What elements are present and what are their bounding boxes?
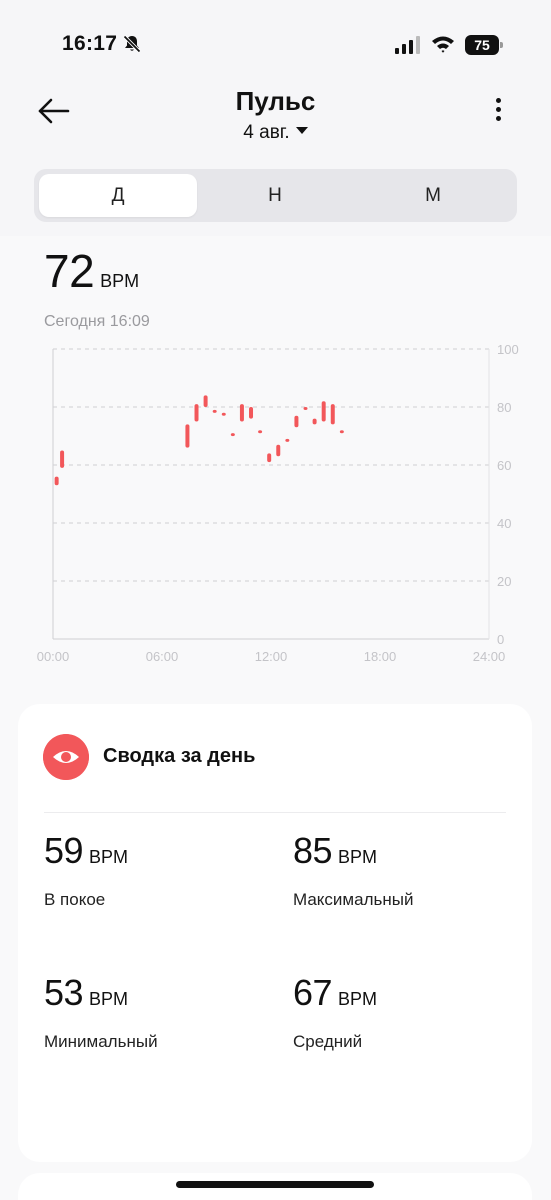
header: Пульс 4 авг. — [0, 80, 551, 160]
bell-muted-icon — [123, 35, 141, 53]
heart-rate-bar — [203, 395, 208, 407]
stat-unit: BPM — [338, 847, 378, 867]
heart-rate-bar — [330, 404, 335, 425]
stat-label: Максимальный — [293, 890, 414, 909]
heart-rate-bar — [239, 404, 244, 422]
y-tick-label: 40 — [497, 516, 511, 531]
heart-rate-bar — [267, 453, 272, 463]
caret-down-icon — [295, 127, 308, 135]
stat-label: Минимальный — [44, 1032, 158, 1051]
battery-indicator: 75 — [465, 35, 503, 55]
stat-value: 67 — [293, 972, 333, 1013]
heart-rate-bar — [312, 418, 317, 425]
heart-rate-bar — [194, 404, 199, 422]
stat-unit: BPM — [89, 847, 129, 867]
stat-resting: 59 BPM В покое — [44, 830, 128, 910]
page-title: Пульс — [235, 86, 316, 116]
wifi-icon — [432, 36, 454, 53]
home-indicator — [176, 1181, 374, 1188]
heart-rate-bar — [60, 450, 65, 468]
heart-rate-bar — [212, 409, 217, 413]
date-label: 4 авг. — [243, 122, 290, 143]
status-time: 16:17 — [62, 32, 118, 55]
signal-icon — [395, 36, 420, 54]
heart-rate-bar — [249, 407, 254, 419]
current-heart-rate: 72 BPM — [44, 244, 139, 298]
heart-rate-bar — [294, 415, 299, 428]
stat-label: В покое — [44, 890, 106, 909]
stat-value: 53 — [44, 972, 84, 1013]
heart-rate-bar — [221, 412, 226, 416]
divider — [44, 812, 506, 813]
eye-icon — [43, 734, 89, 780]
tab-month[interactable]: М — [354, 174, 512, 217]
y-tick-label: 100 — [497, 342, 519, 357]
heart-rate-bar — [258, 430, 263, 434]
x-tick-label: 12:00 — [255, 649, 288, 664]
stat-label: Средний — [293, 1032, 363, 1051]
stat-unit: BPM — [338, 989, 378, 1009]
x-tick-label: 24:00 — [473, 649, 506, 664]
measurement-timestamp: Сегодня 16:09 — [44, 313, 150, 330]
x-tick-label: 18:00 — [364, 649, 397, 664]
x-tick-label: 00:00 — [37, 649, 70, 664]
y-tick-label: 0 — [497, 632, 504, 647]
heart-rate-bar — [54, 476, 59, 486]
date-selector[interactable]: 4 авг. — [0, 122, 551, 144]
daily-summary-card: Сводка за день 59 BPM В покое 85 BPM Макси… — [18, 704, 532, 1162]
heart-rate-chart[interactable]: 0 20 40 60 80 100 00:00 06:00 12:00 18:00 24:00 — [0, 336, 551, 671]
status-bar: 16:17 75 — [0, 0, 551, 80]
stat-average: 67 BPM Средний — [293, 972, 377, 1052]
tab-week[interactable]: Н — [196, 174, 354, 217]
heart-rate-bar — [276, 444, 281, 457]
heart-rate-bar — [339, 430, 344, 434]
heart-rate-bar — [185, 424, 190, 448]
tab-day[interactable]: Д — [39, 174, 197, 217]
heart-rate-bar — [230, 433, 235, 437]
battery-level: 75 — [465, 35, 499, 55]
current-value: 72 — [44, 245, 95, 297]
x-tick-label: 06:00 — [146, 649, 179, 664]
more-options-icon[interactable] — [488, 98, 508, 126]
current-unit: BPM — [100, 271, 140, 291]
summary-title: Сводка за день — [103, 745, 256, 767]
stat-min: 53 BPM Минимальный — [44, 972, 158, 1052]
y-tick-label: 60 — [497, 458, 511, 473]
heart-rate-bar — [285, 438, 290, 442]
period-segmented-control: Д Н М — [34, 169, 517, 222]
y-tick-label: 80 — [497, 400, 511, 415]
stat-max: 85 BPM Максимальный — [293, 830, 413, 910]
heart-rate-bar — [321, 401, 326, 422]
battery-tip — [500, 42, 503, 48]
heart-rate-bar — [303, 407, 308, 410]
stat-value: 59 — [44, 830, 84, 871]
stat-unit: BPM — [89, 989, 129, 1009]
stat-value: 85 — [293, 830, 333, 871]
y-tick-label: 20 — [497, 574, 511, 589]
